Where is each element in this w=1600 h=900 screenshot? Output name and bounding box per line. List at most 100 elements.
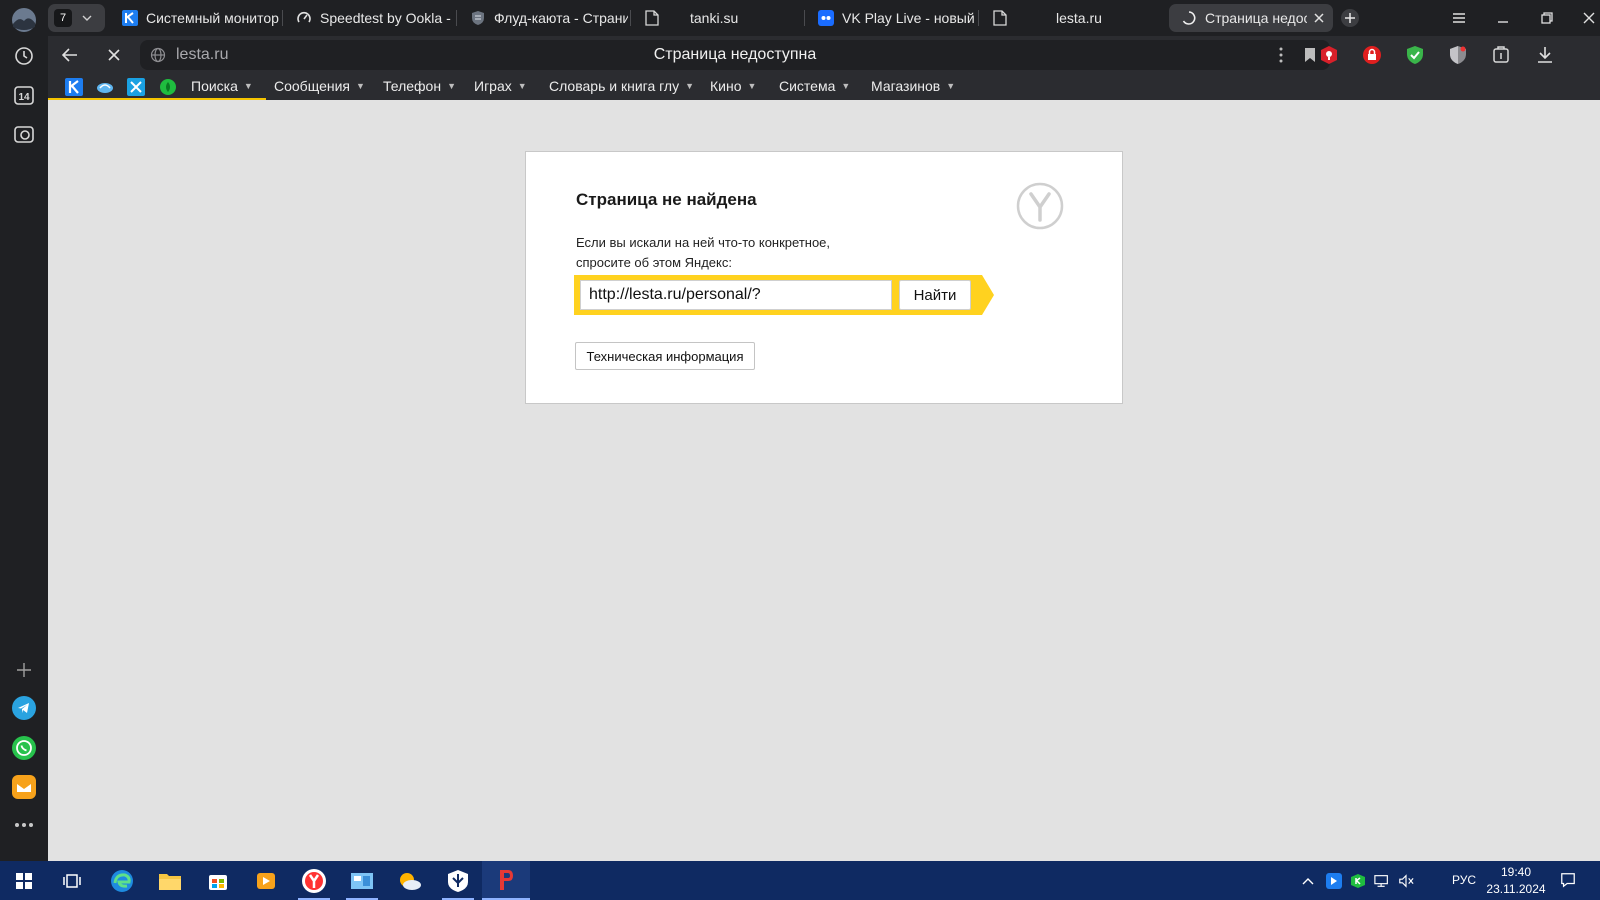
tab-lesta[interactable]: lesta.ru: [980, 4, 1150, 32]
taskbar-control-panel[interactable]: [338, 861, 386, 900]
tabs-count: 7: [54, 9, 72, 27]
taskbar-weather[interactable]: [386, 861, 434, 900]
technical-info-button[interactable]: Техническая информация: [575, 342, 755, 370]
system-clock[interactable]: 19:40 23.11.2024: [1486, 864, 1546, 898]
bookmark-icon[interactable]: [1304, 47, 1316, 67]
task-view-button[interactable]: [48, 861, 96, 900]
tab-tanki[interactable]: tanki.su: [632, 4, 802, 32]
tab-title: lesta.ru: [1056, 10, 1102, 26]
bookmark-folder-search[interactable]: Поиска ▼: [191, 78, 253, 94]
input-language[interactable]: РУС: [1452, 873, 1476, 887]
notifications-icon[interactable]: [1560, 872, 1576, 888]
task-view-icon: [63, 873, 81, 888]
history-icon[interactable]: [8, 40, 40, 72]
search-button[interactable]: Найти: [899, 280, 971, 310]
taskbar-game-launcher[interactable]: [434, 861, 482, 900]
tray-app-icon[interactable]: [1326, 873, 1342, 889]
adblock-extension-icon[interactable]: [1316, 42, 1342, 68]
calendar-day: 14: [18, 92, 30, 103]
bookmark-label: Магазинов: [871, 78, 941, 94]
address-bar-row: lesta.ru Страница недоступна: [48, 36, 1600, 74]
lock-extension-icon[interactable]: [1359, 42, 1385, 68]
start-button[interactable]: [0, 861, 48, 900]
bookmark-folder-dictionary[interactable]: Словарь и книга глу ▼: [549, 78, 694, 94]
bookmark-label: Кино: [710, 78, 742, 94]
error-message-line: Если вы искали на ней что-то конкретное,: [576, 235, 831, 250]
edge-icon: [111, 869, 133, 892]
restore-icon[interactable]: [1532, 4, 1562, 32]
windows-taskbar: РУС 19:40 23.11.2024: [0, 861, 1600, 900]
search-input[interactable]: [580, 280, 892, 310]
bookmark-label: Система: [779, 78, 836, 94]
cross-bookmark-icon[interactable]: [127, 78, 145, 96]
calendar-icon[interactable]: 14: [8, 79, 40, 111]
taskbar-edge[interactable]: [98, 861, 146, 900]
chevron-down-icon: ▼: [946, 81, 956, 91]
game-launcher-icon: [448, 869, 468, 892]
chevron-down-icon: ▼: [517, 81, 527, 91]
protect-shield-icon[interactable]: [1402, 42, 1428, 68]
network-icon[interactable]: [1374, 873, 1390, 889]
bookmark-folder-system[interactable]: Система ▼: [779, 78, 850, 94]
tray-kaspersky-icon[interactable]: [1350, 873, 1366, 889]
download-icon[interactable]: [1532, 42, 1558, 68]
bookmark-label: Играх: [474, 78, 512, 94]
more-options-icon[interactable]: [1268, 42, 1294, 68]
privacy-shield-icon[interactable]: [1445, 42, 1471, 68]
bookmark-folder-phone[interactable]: Телефон ▼: [383, 78, 456, 94]
bookmark-label: Сообщения: [274, 78, 350, 94]
minimize-icon[interactable]: [1488, 4, 1518, 32]
app-icon: [500, 869, 513, 890]
tab-system-monitor[interactable]: Системный монитор: [110, 4, 280, 32]
tabs-counter-button[interactable]: 7: [48, 4, 105, 32]
bookmark-label: Телефон: [383, 78, 442, 94]
whatsapp-icon[interactable]: [8, 732, 40, 764]
shield-emblem-icon: [470, 10, 486, 26]
taskbar-active-app[interactable]: [482, 861, 530, 900]
new-tab-button[interactable]: [1335, 4, 1365, 32]
vk-play-icon: [818, 10, 834, 26]
kaspersky-bookmark-icon[interactable]: [65, 78, 83, 96]
chevron-down-icon: ▼: [747, 81, 757, 91]
tab-title: Speedtest by Ookla - T: [320, 10, 454, 26]
tab-title: tanki.su: [690, 10, 739, 26]
bookmark-folder-movies[interactable]: Кино ▼: [710, 78, 756, 94]
bookmark-folder-messages[interactable]: Сообщения ▼: [274, 78, 365, 94]
error-message-line: спросите об этом Яндекс:: [576, 255, 732, 270]
tab-title: Страница недосту: [1205, 10, 1307, 26]
add-panel-icon[interactable]: [8, 654, 40, 686]
menu-icon[interactable]: [1444, 4, 1474, 32]
taskbar-media-player[interactable]: [242, 861, 290, 900]
telegram-icon[interactable]: [8, 692, 40, 724]
chevron-down-icon: ▼: [841, 81, 851, 91]
tab-vk-play-live[interactable]: VK Play Live - новый г: [806, 4, 976, 32]
taskbar-explorer[interactable]: [146, 861, 194, 900]
taskbar-yandex-browser[interactable]: [290, 861, 338, 900]
back-button[interactable]: [54, 40, 86, 70]
taskbar-store[interactable]: [194, 861, 242, 900]
green-bookmark-icon[interactable]: [159, 78, 177, 96]
chevron-down-icon: ▼: [355, 81, 365, 91]
tray-expand-icon[interactable]: [1300, 873, 1316, 889]
profile-avatar[interactable]: [8, 4, 40, 36]
omnibox[interactable]: lesta.ru Страница недоступна: [140, 40, 1330, 70]
tab-flood-cabin[interactable]: Флуд-каюта - Страни: [458, 4, 628, 32]
volume-muted-icon[interactable]: [1398, 873, 1414, 889]
close-window-icon[interactable]: [1574, 4, 1600, 32]
tab-current-page[interactable]: Страница недосту: [1169, 4, 1333, 32]
chevron-down-icon: ▼: [685, 81, 695, 91]
clock-date: 23.11.2024: [1486, 882, 1546, 896]
screenshot-icon[interactable]: [8, 118, 40, 150]
cloud-bookmark-icon[interactable]: [96, 78, 114, 96]
clock-time: 19:40: [1500, 865, 1532, 879]
close-tab-icon[interactable]: [1313, 11, 1325, 27]
stop-loading-button[interactable]: [98, 40, 130, 70]
collections-icon[interactable]: [1488, 42, 1514, 68]
bookmark-folder-games[interactable]: Играх ▼: [474, 78, 527, 94]
more-icon[interactable]: [8, 809, 40, 841]
bookmark-folder-shops[interactable]: Магазинов ▼: [871, 78, 955, 94]
mail-icon[interactable]: [8, 771, 40, 803]
tab-title: Системный монитор: [146, 10, 279, 26]
bookmarks-bar: Поиска ▼ Сообщения ▼ Телефон ▼ Играх ▼ Слова…: [48, 74, 1600, 101]
tab-speedtest[interactable]: Speedtest by Ookla - T: [284, 4, 454, 32]
